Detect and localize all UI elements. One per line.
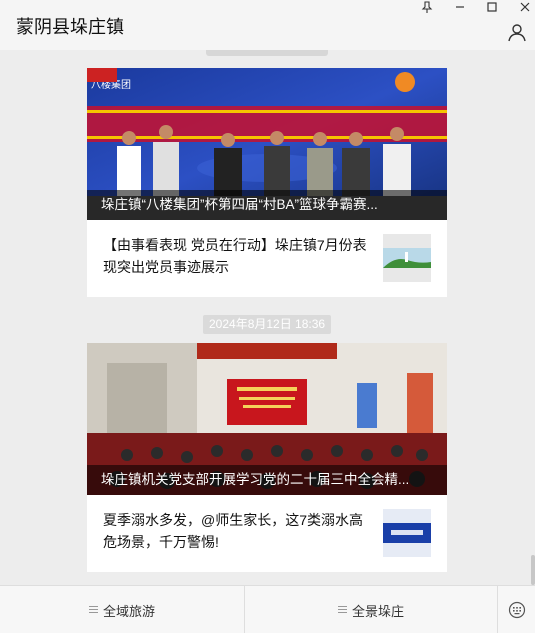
menu-item-label: 全域旅游 — [102, 603, 155, 619]
menu-item-tourism[interactable]: 全域旅游 — [0, 586, 244, 633]
article-cover-title[interactable]: 垛庄镇“八楼集团”杯第四届“村BA”篮球争霸赛... — [87, 190, 447, 220]
article-card: 八楼集团 垛庄镇“八楼集团”杯第四届“村BA”篮球争霸赛... 【由事看表现 党… — [87, 68, 447, 297]
article-card: 垛庄镇机关党支部开展学习党的二十届三中全会精... 夏季溺水多发，@师生家长，这… — [87, 343, 447, 572]
pin-icon[interactable] — [417, 0, 437, 14]
official-account-title: 蒙阴县垛庄镇 — [16, 17, 124, 37]
menu-item-label: 全景垛庄 — [351, 603, 404, 619]
bottom-menu-bar: 全域旅游 全景垛庄 — [0, 585, 535, 633]
article-cover-title[interactable]: 垛庄镇机关党支部开展学习党的二十届三中全会精... — [87, 465, 447, 495]
title-bar: 蒙阴县垛庄镇 — [0, 0, 535, 50]
sub-article-item[interactable]: 夏季溺水多发，@师生家长，这7类溺水高危场景，千万警惕! — [87, 495, 447, 572]
sub-article-thumbnail[interactable] — [383, 234, 431, 282]
sub-article-title[interactable]: 【由事看表现 党员在行动】垛庄镇7月份表现突出党员事迹展示 — [103, 234, 367, 278]
scrollbar[interactable] — [531, 555, 535, 585]
maximize-icon[interactable] — [482, 0, 502, 14]
close-icon[interactable] — [515, 0, 535, 14]
sub-article-title[interactable]: 夏季溺水多发，@师生家长，这7类溺水高危场景，千万警惕! — [103, 509, 367, 553]
profile-icon[interactable] — [507, 22, 527, 42]
previous-card-edge — [206, 50, 328, 56]
article-cover[interactable]: 垛庄镇机关党支部开展学习党的二十届三中全会精... — [87, 343, 447, 495]
sub-article-item[interactable]: 【由事看表现 党员在行动】垛庄镇7月份表现突出党员事迹展示 — [87, 220, 447, 297]
menu-lines-icon — [337, 603, 347, 617]
minimize-icon[interactable] — [450, 0, 470, 14]
menu-item-panorama[interactable]: 全景垛庄 — [245, 586, 497, 633]
message-timestamp: 2024年8月12日 18:36 — [203, 315, 332, 334]
article-cover[interactable]: 八楼集团 垛庄镇“八楼集团”杯第四届“村BA”篮球争霸赛... — [87, 68, 447, 220]
keyboard-icon[interactable] — [498, 586, 535, 633]
sub-article-thumbnail[interactable] — [383, 509, 431, 557]
menu-lines-icon — [88, 603, 98, 617]
